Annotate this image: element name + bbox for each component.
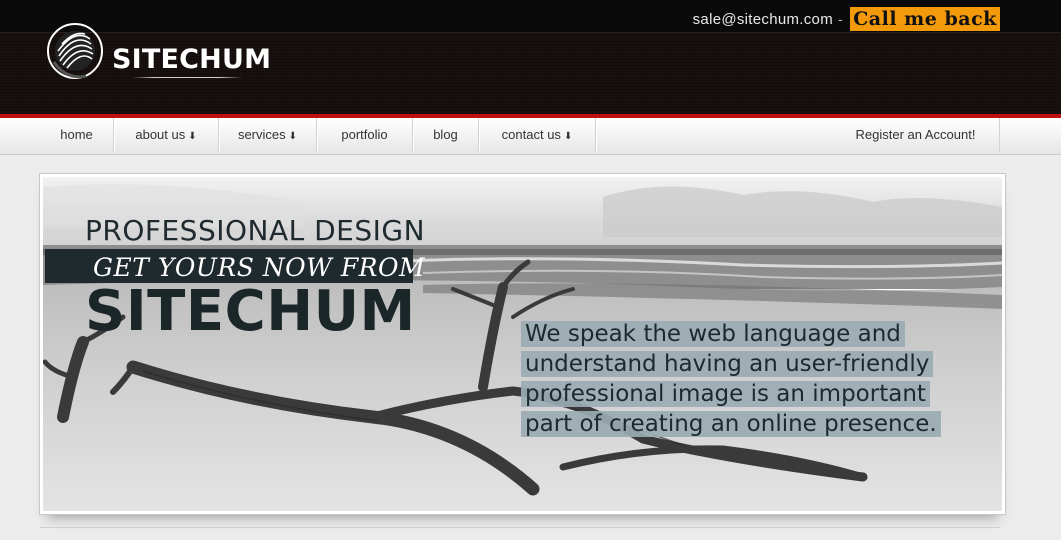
contact-email-link[interactable]: sale@sitechum.com: [693, 11, 833, 28]
nav-item-contact-us[interactable]: contact us ⬇: [479, 118, 596, 152]
banner-headline-professional-design: PROFESSIONAL DESIGN: [85, 214, 426, 247]
nav-item-blog[interactable]: blog: [413, 118, 479, 152]
nav-item-label: contact us: [501, 127, 561, 142]
register-account-link[interactable]: Register an Account!: [832, 118, 1000, 152]
banner-tagline: We speak the web language and understand…: [521, 319, 941, 439]
site-logo[interactable]: SITECHUM: [46, 22, 271, 102]
tagline-line: understand having an user-friendly: [521, 351, 934, 377]
hero-image: PROFESSIONAL DESIGN GET YOURS NOW FROM S…: [43, 177, 1002, 511]
separator: -: [838, 11, 843, 27]
dropdown-arrow-icon: ⬇: [288, 131, 298, 142]
logo-text: SITECHUM: [112, 44, 272, 75]
nav-item-label: blog: [433, 127, 458, 142]
nav-item-about-us[interactable]: about us ⬇: [114, 118, 219, 152]
banner-headline-get-yours: GET YOURS NOW FROM: [93, 253, 426, 282]
banner-headline-brand: SITECHUM: [85, 279, 416, 344]
nav-item-label: portfolio: [341, 127, 388, 142]
logo-globe-icon: [47, 23, 103, 79]
nav-item-label: services: [237, 127, 286, 142]
call-me-back-button[interactable]: Call me back: [850, 7, 1000, 31]
tagline-line: professional image is an important: [521, 381, 930, 407]
tagline-line: We speak the web language and: [521, 321, 905, 347]
nav-item-home[interactable]: home: [40, 118, 114, 152]
nav-item-label: home: [60, 127, 93, 142]
tagline-line: part of creating an online presence.: [521, 411, 941, 437]
main-navigation: home about us ⬇ services ⬇ portfolio blog …: [0, 118, 1061, 155]
nav-item-services[interactable]: services ⬇: [219, 118, 317, 152]
content-divider: [40, 527, 1000, 528]
logo-divider: [132, 77, 242, 78]
site-header: sale@sitechum.com - Call me back SITECHU…: [0, 0, 1061, 114]
dropdown-arrow-icon: ⬇: [188, 131, 197, 142]
nav-item-label: about us: [135, 127, 186, 142]
dropdown-arrow-icon: ⬇: [563, 131, 573, 142]
nav-item-portfolio[interactable]: portfolio: [317, 118, 413, 152]
hero-banner: PROFESSIONAL DESIGN GET YOURS NOW FROM S…: [39, 173, 1006, 515]
